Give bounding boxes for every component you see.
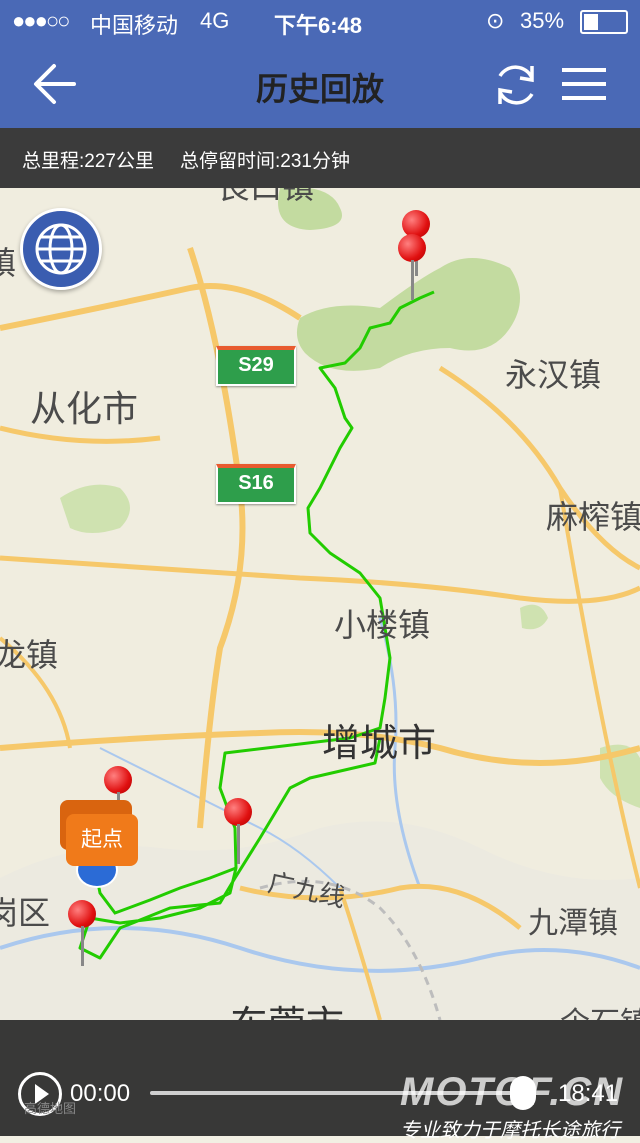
map-credit: 高德地图 bbox=[24, 1101, 77, 1116]
carrier-name: 中国移动 bbox=[90, 13, 179, 38]
start-point-bubble[interactable]: 起点 bbox=[66, 814, 138, 866]
map-label-mazha: 麻榨镇 bbox=[546, 498, 640, 536]
stop-pin[interactable] bbox=[398, 234, 428, 304]
map-pin-icon bbox=[68, 900, 96, 928]
total-distance: 总里程:227公里 bbox=[22, 151, 154, 172]
map-layer-button[interactable] bbox=[20, 208, 102, 290]
map-label-dongguan-main: 东莞市 bbox=[230, 994, 344, 1020]
rotation-lock-icon: ⊙ bbox=[486, 8, 505, 33]
refresh-icon bbox=[498, 65, 534, 105]
stop-pin[interactable] bbox=[224, 798, 254, 868]
page-title: 历史回放 bbox=[255, 71, 384, 107]
road-shield-s29: S29 bbox=[216, 346, 296, 386]
refresh-button[interactable] bbox=[488, 56, 544, 112]
map-label-zengcheng: 增城市 bbox=[322, 721, 437, 765]
map-label-long: 龙镇 bbox=[0, 636, 59, 674]
status-bar: ●●●○○ 中国移动 4G 下午6:48 ⊙ 35% bbox=[0, 0, 640, 40]
map-view[interactable]: 良口镇 镇 永汉镇 从化市 麻榨镇 小楼镇 龙镇 增城市 广九线 岗区 九潭镇 … bbox=[0, 188, 640, 1020]
map-label-xiaolou: 小楼镇 bbox=[334, 606, 431, 644]
playback-bar: 00:00 MOTOF.CN 18:41 专业致力于摩托长途旅行 bbox=[0, 1020, 640, 1142]
map-label-liangkou: 良口镇 bbox=[218, 188, 314, 208]
stop-pin[interactable] bbox=[68, 900, 98, 970]
total-stop-time: 总停留时间:231分钟 bbox=[180, 151, 350, 172]
map-pin-icon bbox=[104, 766, 132, 794]
battery-percent: 35% bbox=[520, 8, 565, 33]
map-label-qu: 岗区 bbox=[0, 894, 51, 932]
trip-summary-bar: 总里程:227公里 总停留时间:231分钟 bbox=[0, 128, 640, 188]
globe-icon bbox=[35, 223, 87, 275]
total-time: 18:41 bbox=[558, 1080, 619, 1107]
road-shield-s16: S16 bbox=[216, 464, 296, 504]
elapsed-time: 00:00 bbox=[70, 1080, 131, 1107]
hamburger-menu-icon bbox=[562, 68, 606, 100]
nav-bar: 历史回放 bbox=[0, 40, 640, 128]
map-label-yonghan: 永汉镇 bbox=[505, 356, 602, 394]
playback-slider-knob[interactable] bbox=[510, 1076, 536, 1110]
map-label-jiutan: 九潭镇 bbox=[528, 906, 618, 941]
map-pin-icon bbox=[224, 798, 252, 826]
network-type: 4G bbox=[200, 8, 230, 33]
map-label-qishi: 企石镇 bbox=[560, 998, 640, 1020]
status-time: 下午6:48 bbox=[274, 13, 363, 38]
map-label-conghua: 从化市 bbox=[30, 389, 139, 430]
battery-icon bbox=[580, 10, 628, 34]
map-label-left-top: 镇 bbox=[0, 244, 17, 282]
menu-button[interactable] bbox=[556, 56, 612, 112]
map-pin-icon bbox=[398, 234, 426, 262]
watermark-slogan: 专业致力于摩托长途旅行 bbox=[400, 1120, 620, 1142]
signal-strength: ●●●○○ bbox=[12, 8, 70, 33]
